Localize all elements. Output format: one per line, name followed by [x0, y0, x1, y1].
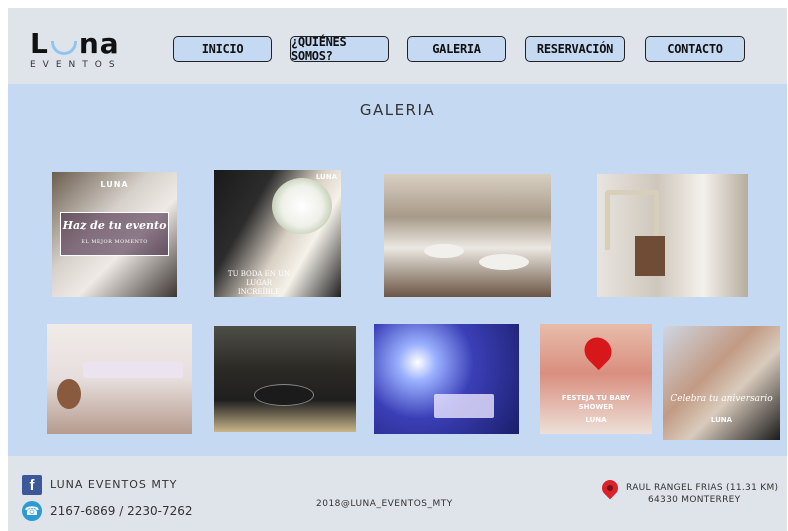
teddy-bear: [57, 379, 81, 409]
phone-icon: ☎: [22, 501, 42, 521]
main-nav: INICIO ¿QUIÉNES SOMOS? GALERIA RESERVACI…: [8, 35, 787, 63]
gallery-section: GALERIA LUNA Haz de tu evento EL MEJOR M…: [8, 84, 787, 456]
photo-logo: LUNA: [710, 416, 733, 424]
location-pin-icon: [598, 476, 622, 500]
gallery-title: GALERIA: [359, 101, 436, 119]
photo-logo: LUNA: [585, 416, 607, 424]
photo-mesas-negras[interactable]: [214, 326, 356, 432]
photo-baby-shower[interactable]: FESTEJA TU BABY SHOWER LUNA: [540, 324, 652, 434]
photo-tu-boda[interactable]: LUNA TU BODA EN UN LUGAR INCREÍBLE: [214, 170, 341, 297]
table-shape: [424, 244, 464, 258]
nav-contacto-button[interactable]: CONTACTO: [645, 36, 745, 62]
nav-inicio-button[interactable]: INICIO: [173, 36, 272, 62]
photo-arboles-luces[interactable]: [374, 324, 519, 434]
instagram-handle[interactable]: 2018@LUNA_EVENTOS_MTY: [316, 499, 453, 509]
table-shape: [254, 384, 314, 406]
photo-caption: Haz de tu evento: [62, 219, 167, 232]
photo-caption: Celebra tu aniversario: [670, 394, 773, 404]
table-shape: [479, 254, 529, 270]
address-line-1: RAUL RANGEL FRIAS (11.31 KM): [626, 483, 779, 493]
photo-mesa-infantil[interactable]: [47, 324, 192, 434]
bouquet-shape: [272, 178, 332, 234]
photo-salon-mesas[interactable]: [384, 174, 551, 297]
photo-logo: LUNA: [100, 180, 129, 189]
heart-shape: [578, 331, 618, 371]
photo-subcaption: EL MEJOR MOMENTO: [81, 239, 148, 245]
nav-quienes-somos-button[interactable]: ¿QUIÉNES SOMOS?: [290, 35, 389, 63]
photo-logo: LUNA: [315, 173, 337, 181]
photo-salon-arco-floral[interactable]: [597, 174, 748, 297]
caption-frame: Haz de tu evento EL MEJOR MOMENTO: [60, 212, 169, 256]
photo-aniversario[interactable]: Celebra tu aniversario LUNA: [663, 326, 780, 440]
photo-caption: FESTEJA TU BABY SHOWER: [561, 394, 631, 411]
facebook-icon[interactable]: f: [22, 475, 42, 495]
chairs-shape: [635, 236, 665, 276]
lit-table: [434, 394, 494, 418]
site-header: Lna EVENTOS INICIO ¿QUIÉNES SOMOS? GALER…: [8, 8, 787, 84]
site-footer: f LUNA EVENTOS MTY ☎ 2167-6869 / 2230-72…: [8, 456, 787, 531]
facebook-link[interactable]: LUNA EVENTOS MTY: [50, 478, 177, 491]
address-line-2: 64330 MONTERREY: [648, 495, 741, 505]
nav-galeria-button[interactable]: GALERIA: [407, 36, 506, 62]
dessert-table: [83, 362, 183, 378]
photo-haz-de-tu-evento[interactable]: LUNA Haz de tu evento EL MEJOR MOMENTO: [52, 172, 177, 297]
nav-reservacion-button[interactable]: RESERVACIÓN: [525, 36, 625, 62]
phone-numbers: 2167-6869 / 2230-7262: [50, 504, 193, 518]
photo-caption: TU BODA EN UN LUGAR INCREÍBLE: [227, 270, 291, 296]
